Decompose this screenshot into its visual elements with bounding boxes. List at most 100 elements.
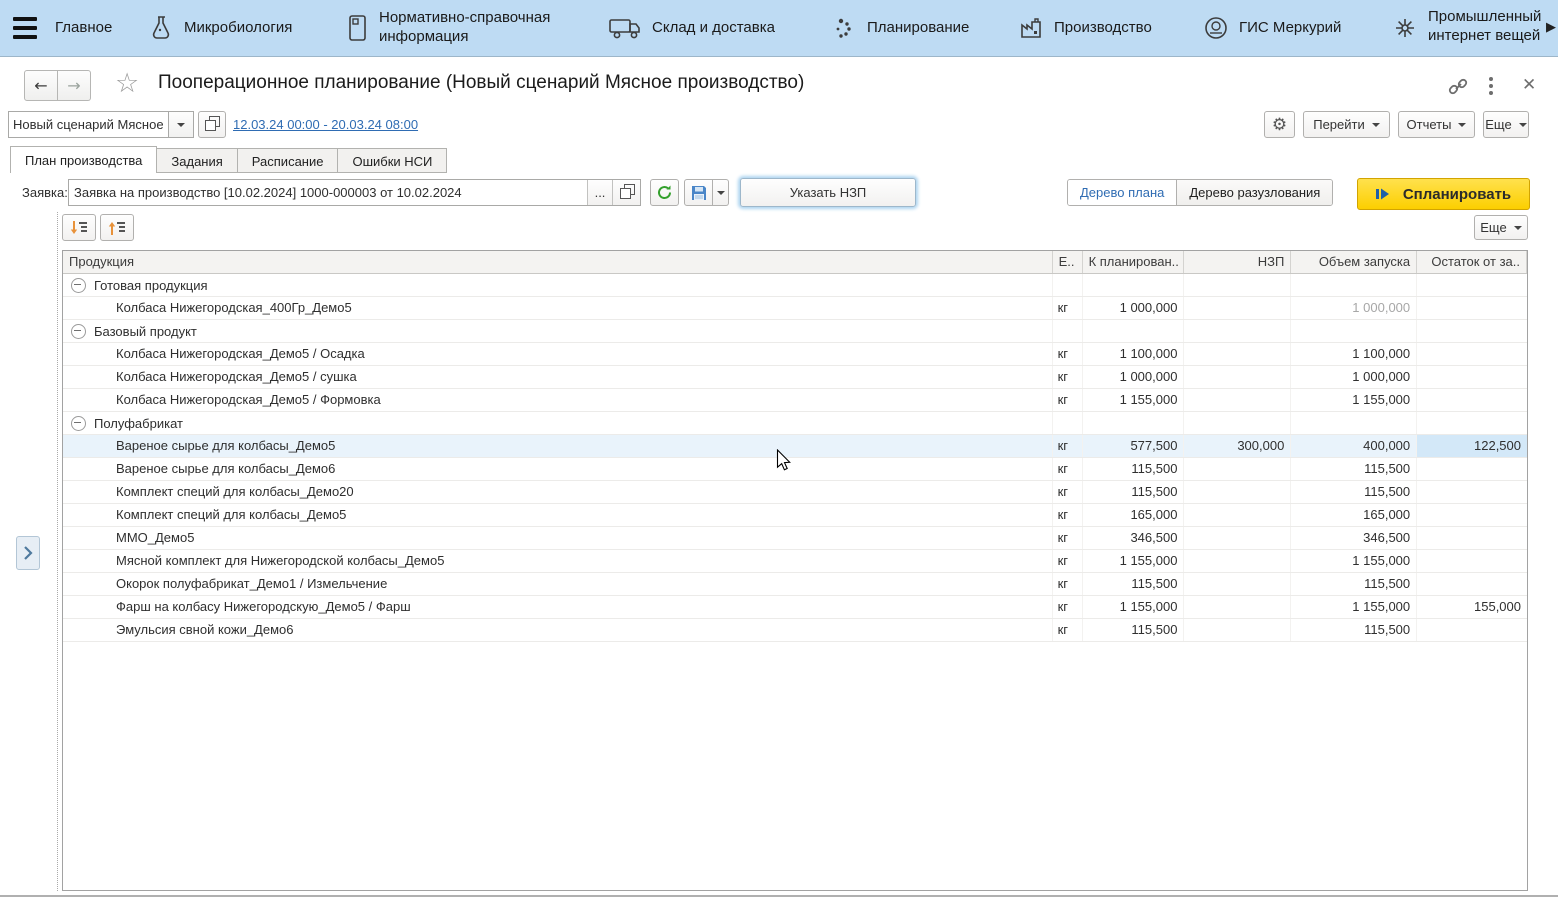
explosion-tree-toggle[interactable]: Дерево разузлования xyxy=(1176,180,1333,205)
table-row[interactable]: Колбаса Нижегородская_400Гр_Демо5 кг 1 0… xyxy=(63,297,1527,320)
table-row[interactable]: ММО_Демо5 кг 346,500 346,500 xyxy=(63,527,1527,550)
section-gis-mercury[interactable]: ГИС Меркурий xyxy=(1203,0,1341,56)
table-row[interactable]: Вареное сырье для колбасы_Демо6 кг 115,5… xyxy=(63,458,1527,481)
table-row[interactable]: Фарш на колбасу Нижегородскую_Демо5 / Фа… xyxy=(63,596,1527,619)
section-production[interactable]: Производство xyxy=(1018,0,1152,56)
section-microbiology[interactable]: Микробиология xyxy=(148,0,292,56)
collapse-all-button[interactable] xyxy=(100,214,134,241)
column-remainder[interactable]: Остаток от за.. xyxy=(1417,251,1527,273)
table-header: Продукция Е.. К планирован.. НЗП Объем з… xyxy=(63,251,1527,274)
column-unit[interactable]: Е.. xyxy=(1053,251,1083,273)
save-button[interactable] xyxy=(684,179,713,206)
chevron-down-icon[interactable] xyxy=(168,111,194,138)
close-icon[interactable]: ✕ xyxy=(1522,75,1536,95)
product-name: Готовая продукция xyxy=(94,277,208,293)
settings-button[interactable]: ⚙ xyxy=(1264,111,1295,138)
unit-cell: кг xyxy=(1053,389,1083,411)
refresh-button[interactable] xyxy=(650,179,679,206)
unit-cell: кг xyxy=(1052,435,1083,457)
table-row[interactable]: Окорок полуфабрикат_Демо1 / Измельчение … xyxy=(63,573,1527,596)
save-button-group xyxy=(684,179,729,206)
section-reference-info[interactable]: Нормативно-справочная информация xyxy=(345,0,585,56)
main-menu-icon[interactable] xyxy=(13,17,37,39)
table-row[interactable]: Колбаса Нижегородская_Демо5 / Формовка к… xyxy=(63,389,1527,412)
collapse-minus-icon[interactable] xyxy=(71,415,86,431)
expand-all-button[interactable] xyxy=(62,214,96,241)
unit-cell: кг xyxy=(1053,297,1083,319)
chevron-down-icon xyxy=(1513,225,1522,230)
kebab-menu-icon[interactable] xyxy=(1489,77,1493,95)
save-dropdown-button[interactable] xyxy=(713,179,729,206)
unit-cell: кг xyxy=(1053,619,1083,641)
section-main[interactable]: Главное xyxy=(55,0,112,56)
section-planning[interactable]: Планирование xyxy=(833,0,969,56)
column-wip[interactable]: НЗП xyxy=(1184,251,1292,273)
table-row[interactable]: Вареное сырье для колбасы_Демо5 кг 577,5… xyxy=(63,435,1527,458)
tab-nsi-errors[interactable]: Ошибки НСИ xyxy=(337,148,448,173)
wip-cell xyxy=(1184,573,1292,595)
table-row[interactable]: Эмульсия свной кожи_Демо6 кг 115,500 115… xyxy=(63,619,1527,642)
collapse-minus-icon[interactable] xyxy=(71,277,86,293)
table-row[interactable]: Мясной комплект для Нижегородской колбас… xyxy=(63,550,1527,573)
request-field-group: Заявка на производство [10.02.2024] 1000… xyxy=(68,179,641,206)
table-body: Готовая продукция Колбаса Нижегородская_… xyxy=(63,274,1527,642)
link-icon[interactable] xyxy=(1447,76,1469,98)
more-button[interactable]: Еще xyxy=(1483,111,1529,138)
table-row[interactable]: Комплект специй для колбасы_Демо20 кг 11… xyxy=(63,481,1527,504)
launch-volume-cell: 1 155,000 xyxy=(1291,389,1418,411)
table-more-button[interactable]: Еще xyxy=(1474,215,1528,240)
column-product[interactable]: Продукция xyxy=(63,251,1053,273)
wip-cell xyxy=(1184,366,1292,388)
set-wip-button[interactable]: Указать НЗП xyxy=(740,178,916,207)
scenario-combobox[interactable]: Новый сценарий Мясное производство xyxy=(8,111,194,138)
wip-cell: 300,000 xyxy=(1184,435,1292,457)
table-row[interactable]: Комплект специй для колбасы_Демо5 кг 165… xyxy=(63,504,1527,527)
table-row[interactable]: Готовая продукция xyxy=(63,274,1527,297)
goto-button[interactable]: Перейти xyxy=(1303,111,1390,138)
request-choose-button[interactable]: ... xyxy=(587,180,612,205)
column-to-plan[interactable]: К планирован.. xyxy=(1083,251,1185,273)
table-row[interactable]: Колбаса Нижегородская_Демо5 / Осадка кг … xyxy=(63,343,1527,366)
favorite-star-icon[interactable]: ☆ xyxy=(115,68,139,99)
product-name: Полуфабрикат xyxy=(94,415,183,431)
remainder-cell xyxy=(1417,481,1527,503)
forward-button[interactable]: → xyxy=(58,70,91,101)
section-iot[interactable]: Промышленный интернет вещей xyxy=(1392,0,1546,56)
table-row[interactable]: Колбаса Нижегородская_Демо5 / сушка кг 1… xyxy=(63,366,1527,389)
panel-splitter[interactable] xyxy=(57,212,58,891)
remainder-cell xyxy=(1417,504,1527,526)
tab-bar: План производства Задания Расписание Оши… xyxy=(10,146,448,173)
tab-tasks[interactable]: Задания xyxy=(156,148,238,173)
remainder-cell xyxy=(1417,412,1527,434)
launch-volume-cell xyxy=(1291,412,1418,434)
launch-volume-cell: 115,500 xyxy=(1291,481,1418,503)
table-row[interactable]: Полуфабрикат xyxy=(63,412,1527,435)
column-launch-volume[interactable]: Объем запуска xyxy=(1291,251,1418,273)
collapse-minus-icon[interactable] xyxy=(71,323,86,339)
unit-cell: кг xyxy=(1053,527,1083,549)
plan-button[interactable]: Спланировать xyxy=(1357,178,1530,210)
table-row[interactable]: Базовый продукт xyxy=(63,320,1527,343)
request-open-button[interactable] xyxy=(612,180,640,205)
plan-tree-toggle[interactable]: Дерево плана xyxy=(1068,180,1177,205)
unit-cell xyxy=(1053,320,1083,342)
collapse-all-icon xyxy=(107,219,127,237)
back-button[interactable]: ← xyxy=(24,70,58,101)
scenario-value[interactable]: Новый сценарий Мясное производство xyxy=(8,111,168,138)
remainder-cell: 122,500 xyxy=(1417,435,1527,457)
section-warehouse[interactable]: Склад и доставка xyxy=(608,0,775,56)
tab-production-plan[interactable]: План производства xyxy=(10,146,158,173)
launch-volume-cell xyxy=(1291,274,1418,296)
forward-icon: → xyxy=(67,76,81,95)
to-plan-cell: 115,500 xyxy=(1083,573,1185,595)
scenario-copy-button[interactable] xyxy=(198,111,226,138)
side-panel-expander[interactable] xyxy=(16,536,40,570)
launch-volume-cell: 1 000,000 xyxy=(1291,366,1418,388)
tab-schedule[interactable]: Расписание xyxy=(236,148,339,173)
wip-cell xyxy=(1184,550,1292,572)
reports-button[interactable]: Отчеты xyxy=(1398,111,1475,138)
more-label: Еще xyxy=(1480,220,1507,235)
request-input[interactable]: Заявка на производство [10.02.2024] 1000… xyxy=(69,180,587,205)
period-link[interactable]: 12.03.24 00:00 - 20.03.24 08:00 xyxy=(233,117,418,132)
sections-overflow-arrow-icon[interactable]: ▶ xyxy=(1546,20,1556,35)
